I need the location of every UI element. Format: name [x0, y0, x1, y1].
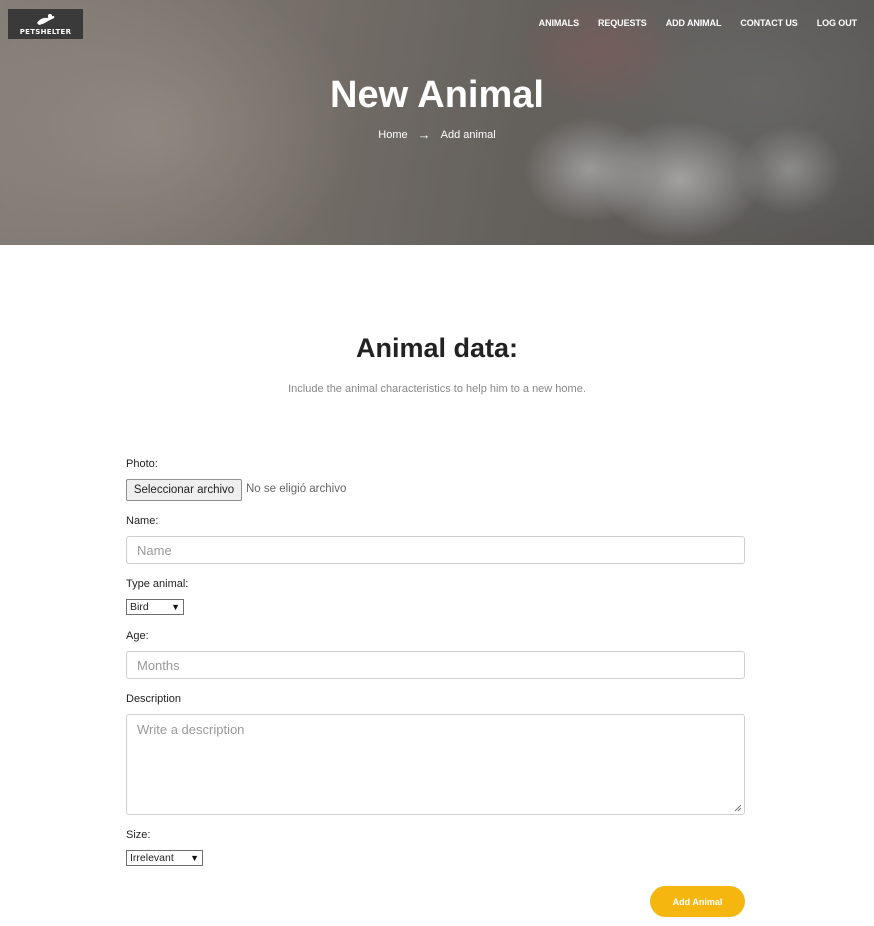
hero-overlay: [0, 0, 874, 245]
description-label: Description: [126, 693, 182, 705]
nav-log-out[interactable]: LOG OUT: [817, 18, 857, 28]
age-label: Age:: [126, 630, 149, 642]
size-select[interactable]: Irrelevant ▼: [126, 850, 203, 866]
logo-text: PETSHELTER: [19, 27, 72, 36]
name-label: Name:: [126, 515, 159, 527]
choose-file-button[interactable]: Seleccionar archivo: [126, 479, 242, 501]
photo-label: Photo:: [126, 458, 158, 470]
type-animal-select[interactable]: Bird ▼: [126, 599, 184, 615]
main-nav: ANIMALS REQUESTS ADD ANIMAL CONTACT US L…: [539, 18, 857, 28]
nav-contact-us[interactable]: CONTACT US: [740, 18, 797, 28]
arrow-right-icon: →: [417, 127, 431, 142]
age-input[interactable]: Months: [126, 651, 745, 679]
section-title: Animal data:: [355, 333, 519, 363]
breadcrumb: Home → Add animal: [0, 127, 874, 142]
nav-animals[interactable]: ANIMALS: [539, 18, 579, 28]
page-title: New Animal: [330, 74, 544, 116]
hero-banner: PETSHELTER ANIMALS REQUESTS ADD ANIMAL C…: [0, 0, 874, 245]
hand-heart-icon: [36, 13, 54, 25]
description-textarea[interactable]: Write a description: [126, 714, 745, 815]
type-animal-label: Type animal:: [126, 578, 189, 590]
file-status: No se eligió archivo: [246, 483, 347, 495]
resize-grip-icon[interactable]: [734, 804, 742, 812]
dropdown-caret-icon: ▼: [171, 602, 180, 612]
section-subtitle: Include the animal characteristics to he…: [288, 383, 586, 395]
type-animal-value: Bird: [130, 601, 149, 613]
size-label: Size:: [126, 829, 151, 841]
breadcrumb-current: Add animal: [440, 128, 496, 141]
add-animal-button[interactable]: Add Animal: [650, 886, 745, 917]
site-logo[interactable]: PETSHELTER: [8, 9, 83, 39]
dropdown-caret-icon: ▼: [190, 853, 199, 863]
nav-add-animal[interactable]: ADD ANIMAL: [666, 18, 722, 28]
description-placeholder: Write a description: [137, 722, 245, 737]
nav-requests[interactable]: REQUESTS: [598, 18, 647, 28]
name-input[interactable]: Name: [126, 536, 745, 564]
breadcrumb-home[interactable]: Home: [378, 129, 407, 141]
size-value: Irrelevant: [130, 852, 174, 864]
